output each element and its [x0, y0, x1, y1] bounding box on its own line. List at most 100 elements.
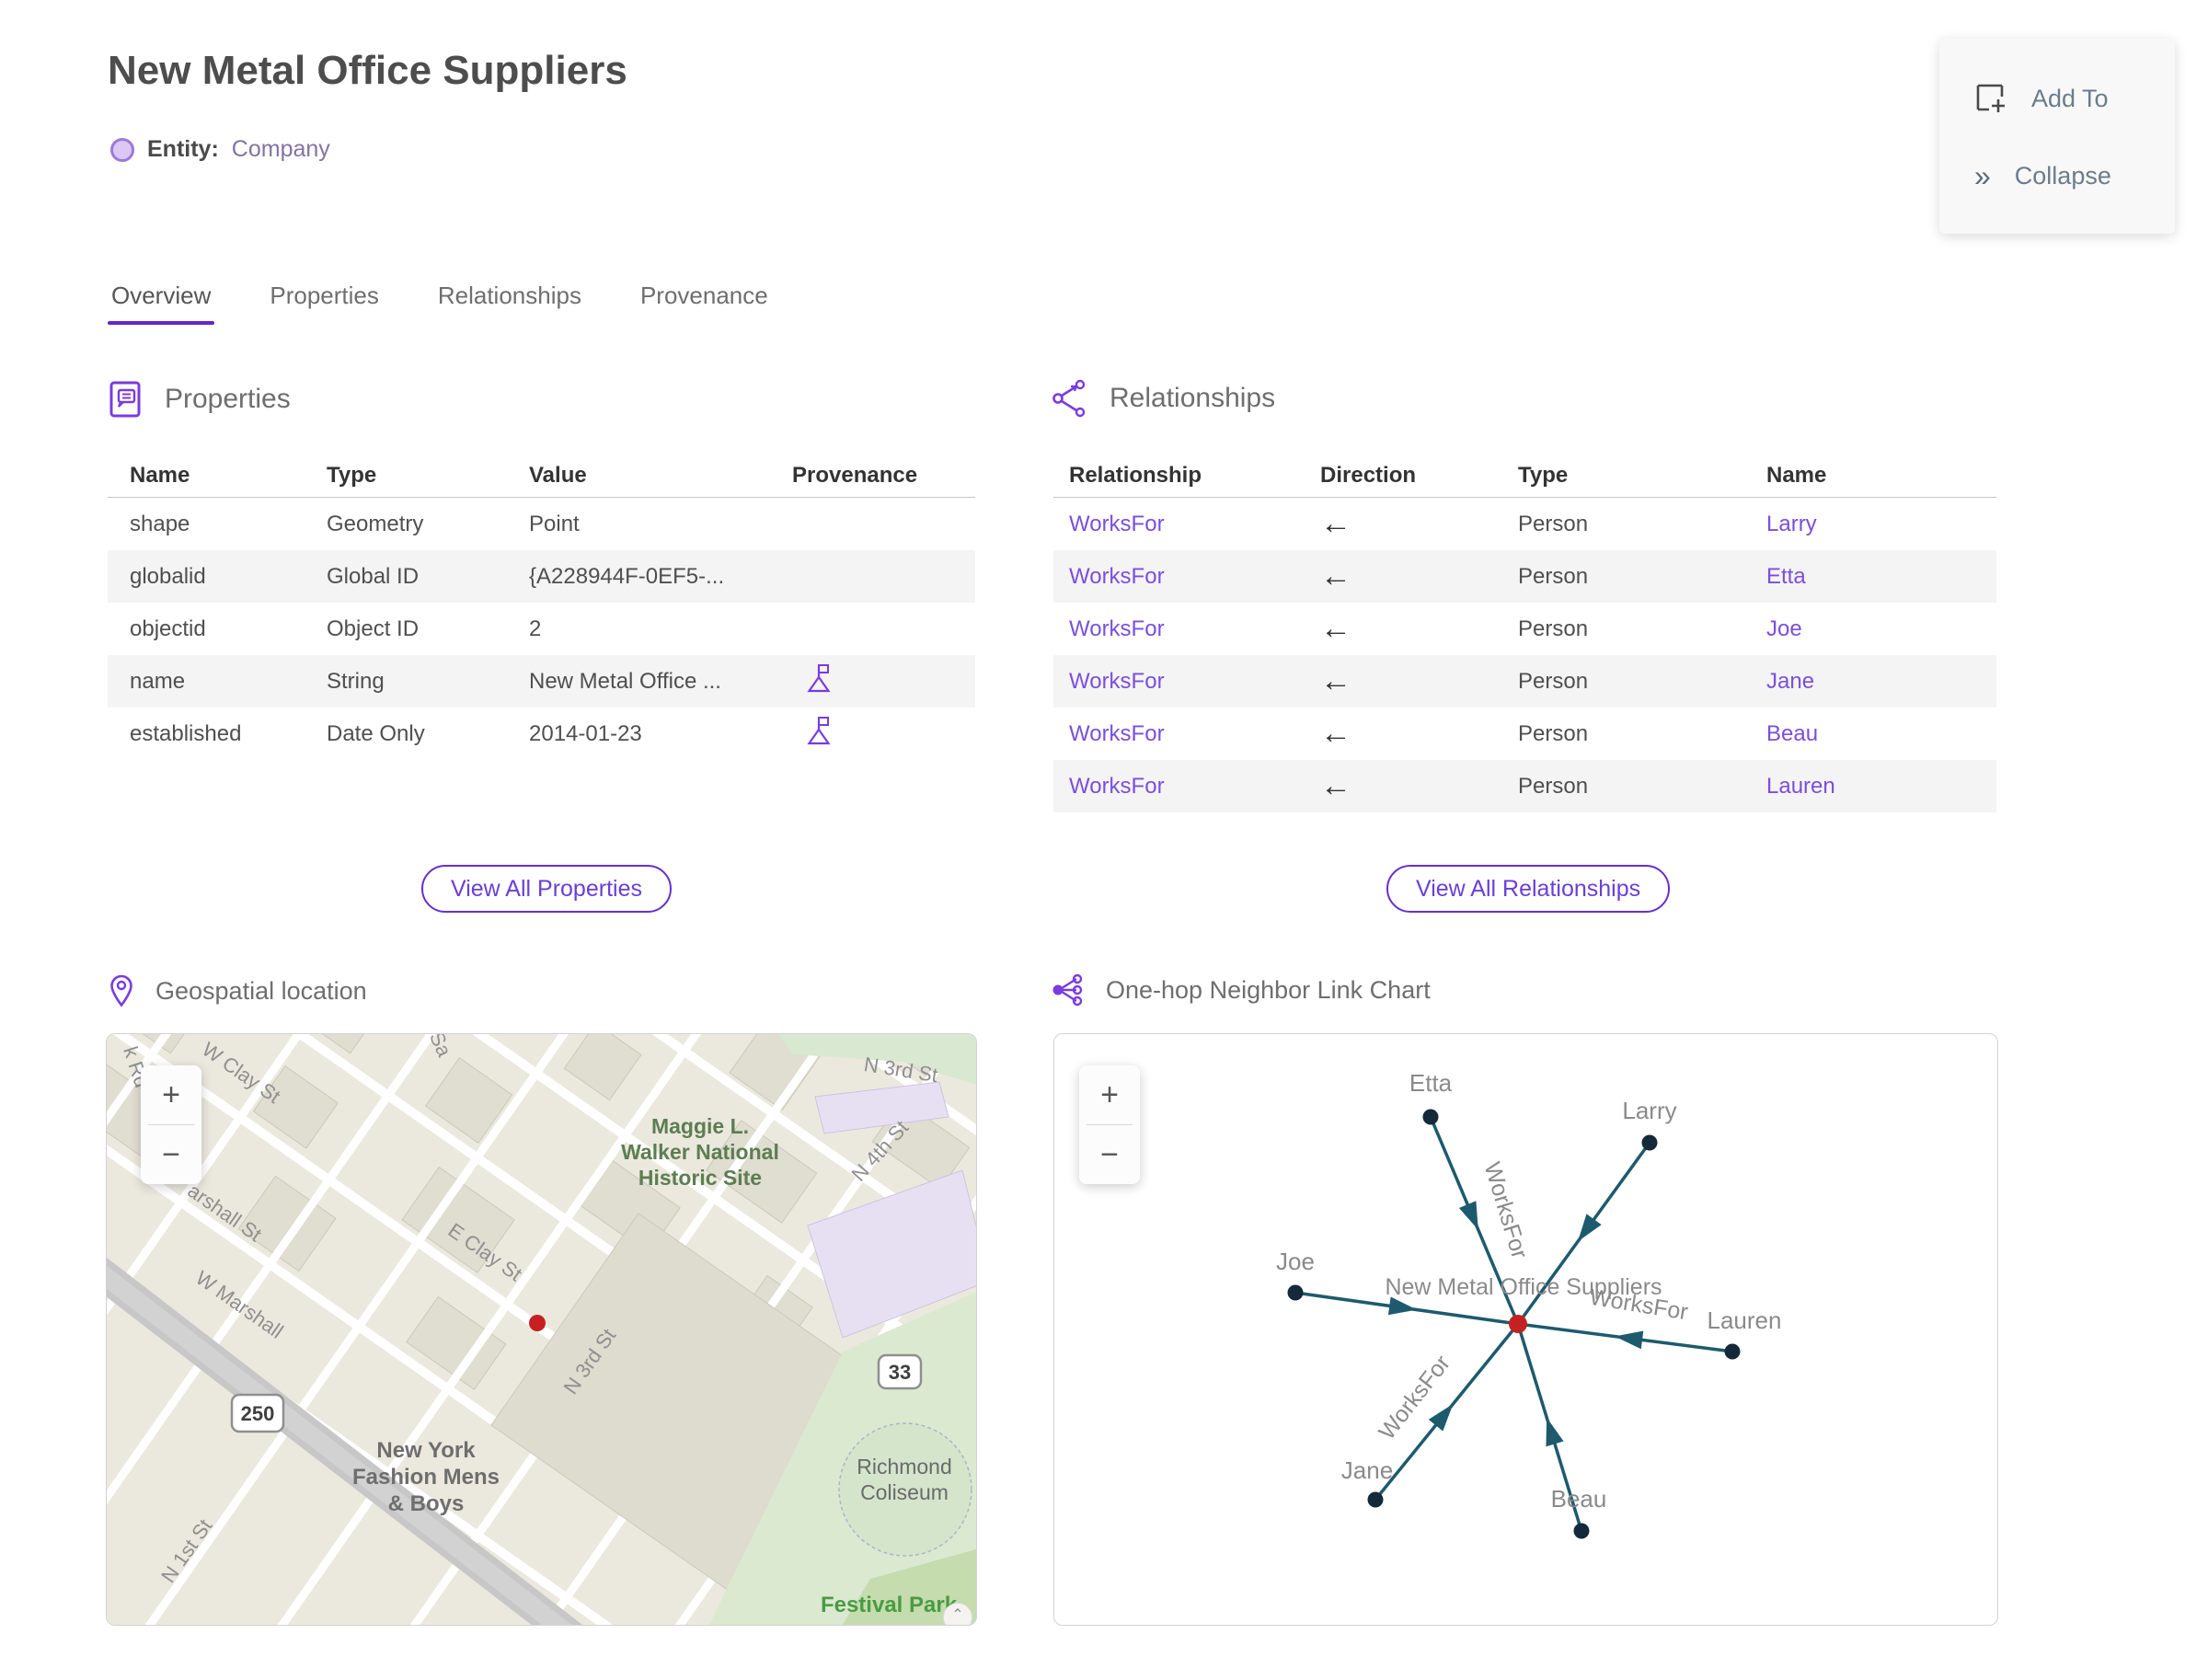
chart-node-label: Jane	[1341, 1456, 1393, 1484]
tab-overview[interactable]: Overview	[108, 276, 215, 325]
map-attribution-toggle[interactable]: ⌃	[943, 1603, 972, 1625]
property-value: {A228944F-0EF5-...	[529, 563, 725, 589]
related-entity-link[interactable]: Beau	[1766, 721, 1996, 747]
map-image[interactable]: k Rd W Clay St SaN 3rd StN 4th Starshall S…	[107, 1034, 976, 1625]
place-label: Walker National	[621, 1140, 779, 1164]
property-value: 2	[529, 616, 542, 641]
chart-zoom-out-button[interactable]: −	[1079, 1125, 1140, 1184]
related-entity-link[interactable]: Etta	[1766, 564, 1996, 590]
property-row-objectid: objectid Object ID 2	[108, 603, 975, 655]
relationship-entity-type: Person	[1518, 668, 1589, 694]
relationship-row-jane: WorksFor ← Person Jane	[1053, 655, 1996, 708]
property-type: Object ID	[327, 616, 420, 641]
column-header-value: Value	[529, 463, 587, 488]
chart-edge-arrow	[1458, 1201, 1478, 1230]
related-entity-link[interactable]: Lauren	[1766, 774, 1996, 800]
add-to-button[interactable]: Add To	[1974, 82, 2175, 115]
property-value: New Metal Office ...	[529, 668, 721, 694]
relationship-direction: ←	[1320, 663, 1351, 698]
chart-node-etta[interactable]	[1422, 1109, 1439, 1125]
view-all-properties-button[interactable]: View All Properties	[421, 865, 672, 913]
map-zoom-in-button[interactable]: +	[141, 1065, 201, 1124]
chart-center-node[interactable]	[1509, 1315, 1527, 1333]
tab-provenance[interactable]: Provenance	[637, 276, 772, 325]
route-shield-number: 33	[889, 1361, 911, 1384]
route-shield-number: 250	[241, 1402, 275, 1425]
related-entity-link[interactable]: Jane	[1766, 669, 1996, 695]
property-provenance	[792, 662, 975, 700]
chart-node-label: Joe	[1276, 1248, 1315, 1275]
properties-section-header: Properties	[108, 379, 291, 420]
relationship-type-link[interactable]: WorksFor	[1069, 774, 1320, 800]
property-row-established: established Date Only 2014-01-23	[108, 708, 975, 760]
property-row-name: name String New Metal Office ...	[108, 655, 975, 708]
link-chart-panel: WorksFor WorksFor WorksFor Etta Larry Joe Laur…	[1053, 1033, 1998, 1626]
relationship-row-etta: WorksFor ← Person Etta	[1053, 550, 1996, 603]
collapse-icon: »	[1974, 159, 1991, 192]
chart-node-larry[interactable]	[1641, 1134, 1658, 1151]
place-label: Festival Park	[821, 1593, 958, 1617]
property-value: Point	[529, 511, 580, 536]
relationships-icon	[1052, 379, 1086, 418]
entity-details-page: New Metal Office Suppliers Entity: Compa…	[0, 0, 2208, 1680]
collapse-button[interactable]: » Collapse	[1974, 161, 2175, 190]
page-title: New Metal Office Suppliers	[108, 48, 627, 93]
relationship-row-lauren: WorksFor ← Person Lauren	[1053, 760, 1996, 812]
relationship-entity-type: Person	[1518, 720, 1589, 746]
provenance-flag-icon[interactable]	[806, 715, 832, 746]
column-header-type: Type	[1518, 463, 1569, 488]
link-chart-section-title: One-hop Neighbor Link Chart	[1106, 975, 1431, 1004]
chart-node-lauren[interactable]	[1724, 1343, 1741, 1360]
relationship-type-link[interactable]: WorksFor	[1069, 564, 1320, 590]
relationship-direction: ←	[1320, 768, 1351, 803]
tab-relationships[interactable]: Relationships	[434, 276, 585, 325]
place-label: Coliseum	[860, 1480, 949, 1504]
link-chart-canvas[interactable]: WorksForWorksForWorksForEttaLarryJoeLaur…	[1054, 1034, 1997, 1625]
related-entity-link[interactable]: Larry	[1766, 512, 1996, 537]
properties-section-title: Properties	[165, 384, 291, 414]
relationship-type-link[interactable]: WorksFor	[1069, 512, 1320, 537]
geospatial-section-header: Geospatial location	[108, 973, 367, 1008]
relationship-row-beau: WorksFor ← Person Beau	[1053, 708, 1996, 760]
map-marker[interactable]	[529, 1315, 546, 1331]
tab-bar: Overview Properties Relationships Provenanc…	[108, 276, 772, 325]
property-type: Geometry	[327, 511, 424, 536]
relationship-direction: ←	[1320, 611, 1351, 646]
place-label: Maggie L.	[651, 1114, 749, 1138]
property-type: Date Only	[327, 720, 425, 746]
chart-node-jane[interactable]	[1367, 1491, 1384, 1508]
view-all-relationships-button[interactable]: View All Relationships	[1386, 865, 1671, 913]
property-value: 2014-01-23	[529, 720, 642, 746]
property-type: Global ID	[327, 563, 420, 589]
column-header-type: Type	[327, 463, 377, 488]
relationship-direction: ←	[1320, 716, 1351, 751]
relationship-type-link[interactable]: WorksFor	[1069, 669, 1320, 695]
map-pin-icon	[110, 974, 132, 1007]
add-to-label: Add To	[2031, 84, 2109, 112]
property-name: objectid	[130, 616, 206, 641]
provenance-flag-icon[interactable]	[806, 662, 832, 694]
link-chart-section-header: One-hop Neighbor Link Chart	[1051, 973, 1431, 1007]
chart-zoom-control: + −	[1079, 1065, 1140, 1184]
entity-label: Entity:	[147, 136, 219, 162]
chart-node-joe[interactable]	[1287, 1284, 1304, 1301]
column-header-relationship: Relationship	[1069, 463, 1202, 488]
relationship-direction: ←	[1320, 558, 1351, 593]
relationship-row-joe: WorksFor ← Person Joe	[1053, 603, 1996, 655]
relationship-entity-type: Person	[1518, 616, 1589, 641]
properties-table: Name Type Value Provenance shape Geometry Poi…	[108, 455, 975, 760]
map-zoom-control: + −	[141, 1065, 201, 1184]
relationships-table: Relationship Direction Type Name WorksFor ← P…	[1053, 455, 1996, 812]
chart-node-label: Etta	[1409, 1069, 1453, 1097]
map-zoom-out-button[interactable]: −	[141, 1125, 201, 1184]
relationship-type-link[interactable]: WorksFor	[1069, 616, 1320, 642]
chart-zoom-in-button[interactable]: +	[1079, 1065, 1140, 1124]
related-entity-link[interactable]: Joe	[1766, 616, 1996, 642]
relationship-entity-type: Person	[1518, 511, 1589, 536]
relationship-type-link[interactable]: WorksFor	[1069, 721, 1320, 747]
place-label: Fashion Mens	[352, 1465, 500, 1490]
property-name: globalid	[130, 563, 206, 589]
tab-properties[interactable]: Properties	[266, 276, 383, 325]
chart-node-beau[interactable]	[1573, 1523, 1590, 1539]
column-header-provenance: Provenance	[792, 463, 918, 488]
